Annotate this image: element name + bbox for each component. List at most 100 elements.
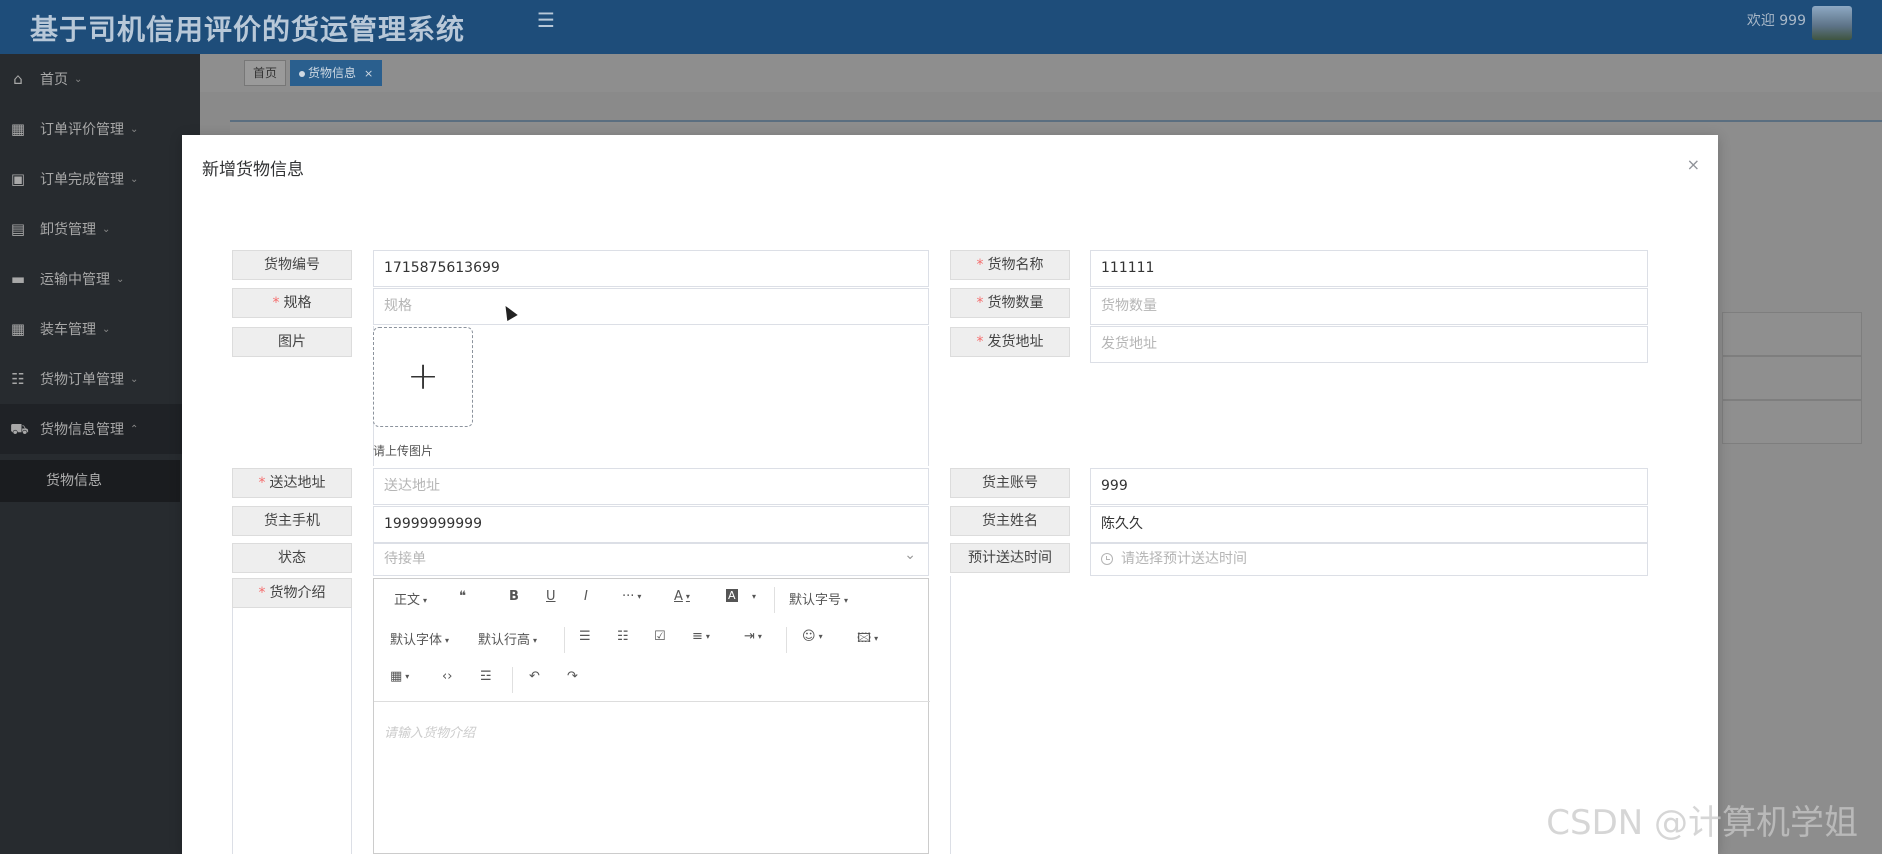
intro-label: * 货物介绍 [232,578,352,608]
upload-tip: 请上传图片 [373,444,434,458]
sidebar-item-label: 首页 [40,72,68,88]
sidebar-item-label: 订单完成管理 [40,172,124,188]
toolbar-divider [564,627,565,653]
tab-close-icon[interactable]: × [364,67,373,80]
sidebar-item-loading[interactable]: ▦ 装车管理 ⌄ [0,304,200,354]
deliver-addr-input[interactable]: 送达地址 [373,468,929,505]
grid-icon: ▦ [10,120,26,138]
paragraph-style-dropdown[interactable]: 正文 ▾ [394,589,427,608]
avatar[interactable] [1812,6,1852,40]
clock-icon [1101,553,1113,565]
top-header: 基于司机信用评价的货运管理系统 ☰ 欢迎 999 [0,0,1882,54]
deliver-addr-label: * 送达地址 [232,468,352,498]
owner-account-input[interactable]: 999 [1090,468,1648,505]
close-icon[interactable]: × [1687,155,1700,174]
sidebar-subitem-goods-info[interactable]: 货物信息 [0,460,180,502]
tab-home[interactable]: 首页 [244,60,287,86]
goods-name-input[interactable]: 111111 [1090,250,1648,287]
spec-input[interactable]: 规格 [373,288,929,325]
sidebar-item-unloading[interactable]: ▤ 卸货管理 ⌄ [0,204,200,254]
blockquote-icon[interactable]: ❝ [459,589,466,604]
car-icon: ⛟ [10,420,29,438]
intro-label-column [232,608,352,854]
tab-label: 货物信息 [308,66,357,80]
app-title: 基于司机信用评价的货运管理系统 [30,13,466,46]
card-icon: ▬ [10,270,26,288]
goods-no-input[interactable]: 1715875613699 [373,250,929,287]
tab-goods-info[interactable]: 货物信息 × [290,60,383,86]
sidebar-item-order-review[interactable]: ▦ 订单评价管理 ⌄ [0,104,200,154]
goods-qty-label: * 货物数量 [950,288,1070,318]
chevron-down-icon: ⌄ [130,123,139,135]
owner-phone-input[interactable]: 19999999999 [373,506,929,543]
todo-icon[interactable]: ☑ [654,629,666,644]
goods-name-label: * 货物名称 [950,250,1070,280]
sidebar-item-label: 装车管理 [40,322,96,338]
sidebar-item-order-complete[interactable]: ▣ 订单完成管理 ⌄ [0,154,200,204]
image-upload-button[interactable]: + [373,327,473,427]
more-icon[interactable]: ··· ▾ [622,589,641,604]
editor-toolbar-row: 默认字体 ▾ 默认行高 ▾ ☰ ☷ ☑ ≡ ▾ ⇥ ▾ ☺ ▾ 🖾 ▾ [374,619,930,659]
spec-label: * 规格 [232,288,352,318]
bullet-list-icon[interactable]: ☰ [579,629,591,644]
line-height-dropdown[interactable]: 默认行高 ▾ [478,629,537,648]
chevron-down-icon: ⌄ [130,173,139,185]
font-size-dropdown[interactable]: 默认字号 ▾ [789,589,848,608]
editor-placeholder: 请输入货物介绍 [384,726,476,741]
underline-icon[interactable]: U [546,589,556,604]
undo-icon[interactable]: ↶ [529,669,540,684]
menu-toggle-icon[interactable]: ☰ [537,10,557,30]
table-icon[interactable]: ▦ ▾ [390,669,409,684]
sidebar-item-home[interactable]: ⌂ 首页 ⌄ [0,54,200,104]
owner-phone-label: 货主手机 [232,506,352,536]
goods-qty-input[interactable]: 货物数量 [1090,288,1648,325]
caret-down-icon[interactable]: ▾ [749,589,756,604]
chevron-down-icon: ⌄ [130,373,139,385]
briefcase-icon: ▤ [10,220,26,238]
divider-icon[interactable]: ☲ [480,669,492,684]
chevron-down-icon: ⌄ [102,223,111,235]
font-family-dropdown[interactable]: 默认字体 ▾ [390,629,449,648]
chip-icon: ▣ [10,170,26,188]
owner-name-label: 货主姓名 [950,506,1070,536]
image-label: 图片 [232,327,352,357]
welcome-text: 欢迎 999 [1746,13,1806,29]
image-icon[interactable]: 🖾 ▾ [857,629,878,651]
toolbar-divider [512,667,513,693]
redo-icon[interactable]: ↷ [567,669,578,684]
goods-no-label: 货物编号 [232,250,352,280]
editor-content-area[interactable]: 请输入货物介绍 [374,701,930,854]
watermark: CSDN @计算机学姐 [1546,803,1858,843]
sidebar-item-label: 货物信息管理 [40,422,124,438]
font-color-icon[interactable]: A ▾ [674,589,690,604]
indent-icon[interactable]: ⇥ ▾ [744,629,762,644]
italic-icon[interactable]: I [584,589,588,604]
toolbar-divider [774,587,775,613]
editor-toolbar-row: ▦ ▾ ‹› ☲ ↶ ↷ [374,659,930,699]
owner-name-input[interactable]: 陈久久 [1090,506,1648,543]
editor-toolbar-row: 正文 ▾ ❝ B U I ··· ▾ A ▾ A ▾ 默认字号 ▾ [374,579,930,619]
emoji-icon[interactable]: ☺ ▾ [802,629,823,644]
status-select[interactable]: 待接单 [373,540,929,576]
sidebar-item-goods-order[interactable]: ☷ 货物订单管理 ⌄ [0,354,200,404]
server-icon: ☷ [11,370,25,388]
align-icon[interactable]: ≡ ▾ [692,629,710,644]
rich-text-editor: 正文 ▾ ❝ B U I ··· ▾ A ▾ A ▾ 默认字号 ▾ 默认字体 ▾ 默认行高… [373,578,930,854]
numbered-list-icon[interactable]: ☷ [617,629,629,644]
bold-icon[interactable]: B [509,589,519,604]
table-row [1722,356,1862,400]
eta-datetime-picker[interactable]: 请选择预计送达时间 [1090,543,1648,576]
status-label: 状态 [232,543,352,573]
sidebar: ⌂ 首页 ⌄ ▦ 订单评价管理 ⌄ ▣ 订单完成管理 ⌄ ▤ 卸货管理 ⌄ ▬ … [0,54,200,854]
sidebar-item-label: 运输中管理 [40,272,110,288]
sidebar-item-goods-info[interactable]: ⛟ 货物信息管理 ⌃ [0,404,200,454]
code-icon[interactable]: ‹› [442,669,452,684]
owner-account-label: 货主账号 [950,468,1070,498]
chevron-down-icon: ⌄ [74,73,83,85]
chevron-down-icon: ⌄ [116,273,125,285]
ship-addr-label: * 发货地址 [950,327,1070,357]
plus-icon: + [407,354,439,398]
bg-color-icon[interactable]: A [726,589,738,602]
ship-addr-input[interactable]: 发货地址 [1090,326,1648,363]
sidebar-item-in-transit[interactable]: ▬ 运输中管理 ⌄ [0,254,200,304]
